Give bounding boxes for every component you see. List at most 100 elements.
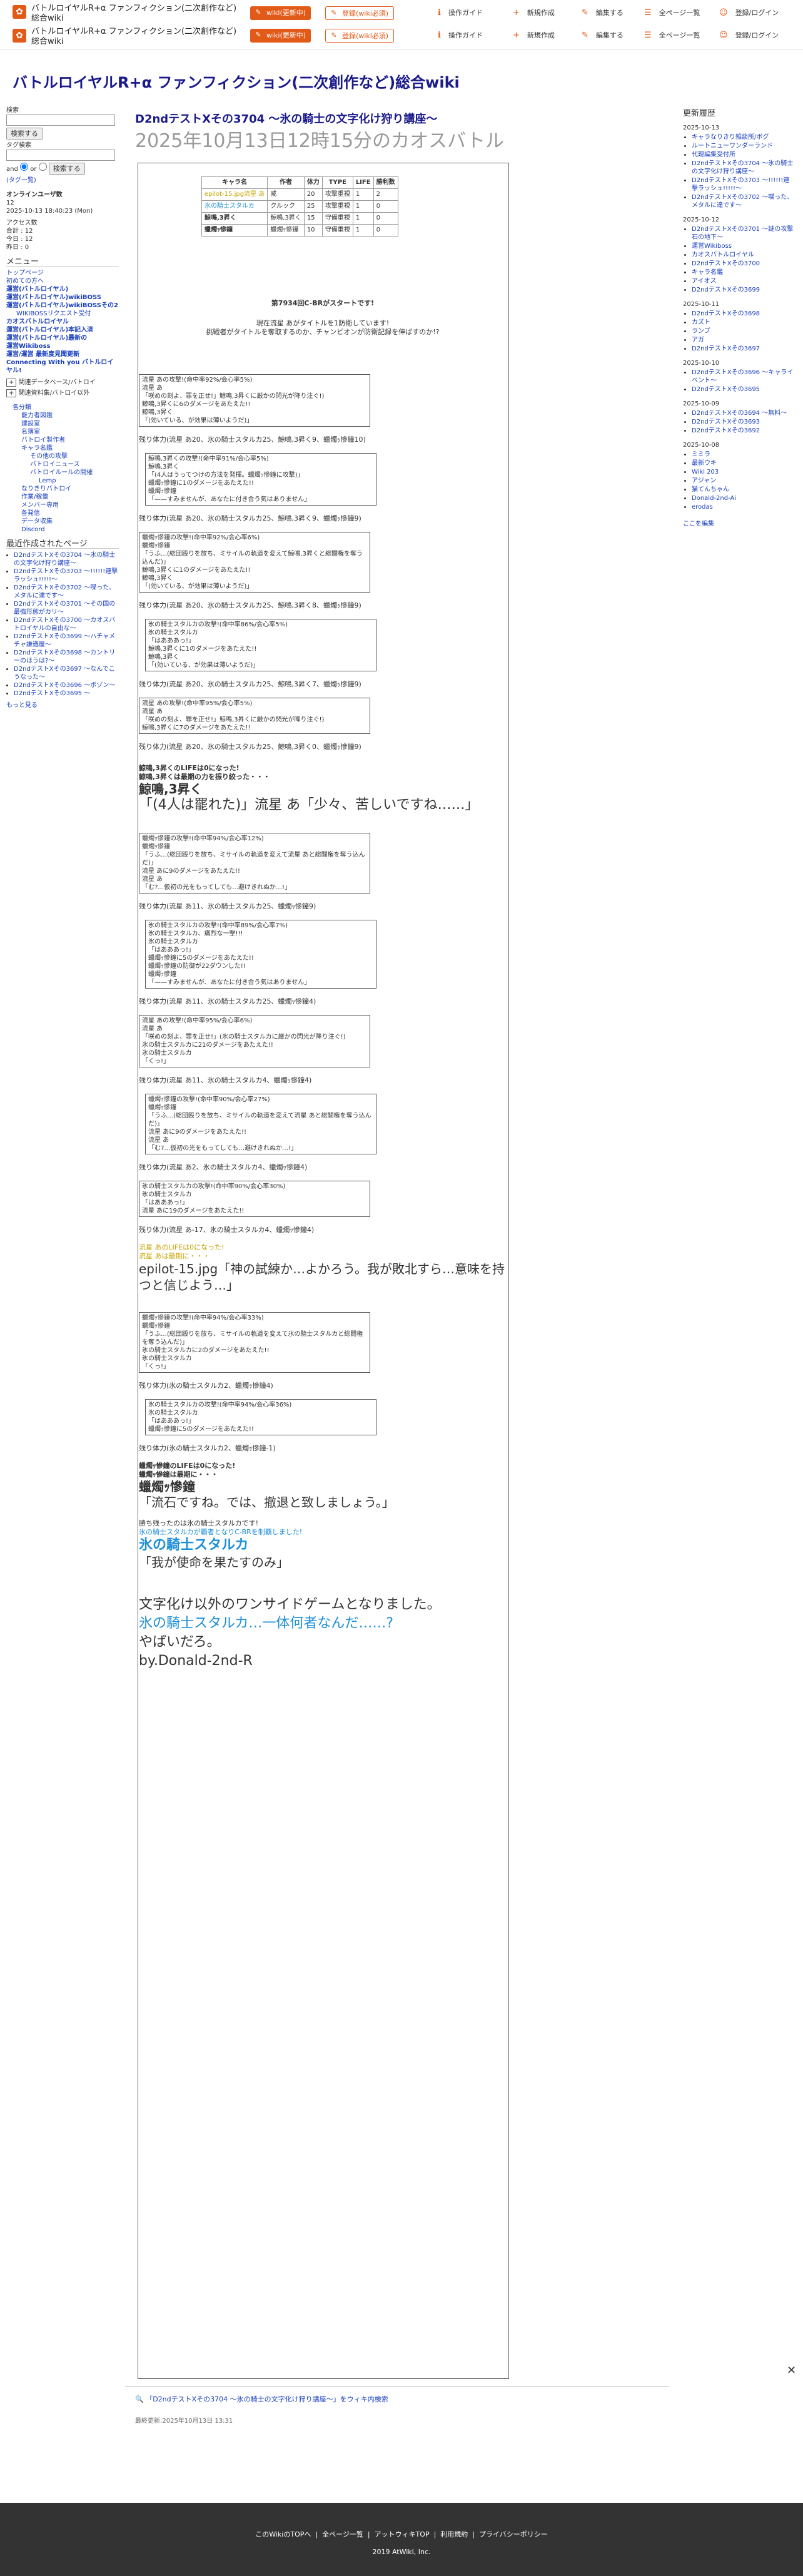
recent-page-link[interactable]: D2ndテストXその3697 〜なんでこうなった〜 [14, 666, 115, 681]
recent-page-link[interactable]: D2ndテストXその3704 〜氷の騎士の文字化け狩り講座〜 [14, 552, 115, 567]
wiki-button[interactable]: ✎ wiki(更新中) [250, 29, 311, 43]
sub-menu-item[interactable]: Discord [13, 526, 119, 534]
menu-item[interactable]: 運営(バトルロイヤル)最新の [6, 334, 119, 342]
wiki-button[interactable]: ✎ wiki(更新中) [250, 6, 311, 20]
update-link[interactable]: アガ [692, 337, 704, 344]
sub-menu-item[interactable]: 各分類 [13, 404, 119, 412]
update-link[interactable]: アイオス [692, 278, 717, 285]
search-button[interactable]: 検索する [6, 128, 43, 140]
menu-item[interactable]: 運営(バトルロイヤル)wikiBOSSその2 [6, 302, 119, 310]
update-link[interactable]: カオスバトルロイヤル [692, 252, 754, 258]
sub-menu-item[interactable]: 能力者図鑑 [13, 412, 119, 420]
recent-page-link[interactable]: D2ndテストXその3695 〜 [14, 690, 90, 697]
wiki-search-link-text[interactable]: 「D2ndテストXその3704 〜氷の騎士の文字化け狩り講座〜」をウィキ内検索 [146, 2395, 388, 2403]
site-title[interactable]: バトルロイヤルR+α ファンフィクション(二次創作など)総合wiki [13, 70, 460, 92]
site-logo-icon[interactable]: ✿ [13, 5, 26, 19]
nav-guide[interactable]: ℹ 操作ガイド [438, 29, 483, 42]
menu-item[interactable]: 運営(バトルロイヤル) [6, 285, 119, 293]
update-link[interactable]: カズト [692, 319, 710, 326]
update-link[interactable]: D2ndテストXその3693 [692, 419, 760, 425]
recent-page-link[interactable]: D2ndテストXその3696 〜ボゾン〜 [14, 682, 115, 689]
footer-link[interactable]: プライバシーポリシー [479, 2530, 548, 2538]
nav-edit[interactable]: ✎ 編集する [582, 29, 624, 42]
update-link[interactable]: 運営Wikiboss [692, 243, 732, 250]
sub-menu-item[interactable]: メンバー専用 [13, 501, 119, 509]
search-input[interactable] [6, 115, 115, 126]
menu-item[interactable]: トップページ [6, 269, 119, 277]
site-logo-icon[interactable]: ✿ [13, 29, 26, 43]
update-link[interactable]: D2ndテストXその3701 〜謎の攻撃石の地下〜 [692, 226, 793, 241]
menu-item[interactable]: 運営/運営 最新度見聞更新 [6, 350, 119, 359]
update-link[interactable]: D2ndテストXその3694 〜無料〜 [692, 410, 787, 417]
footer-link[interactable]: アットウィキTOP [375, 2530, 430, 2538]
wiki-search-link[interactable]: 🔍 「D2ndテストXその3704 〜氷の騎士の文字化け狩り講座〜」をウィキ内検… [135, 2394, 388, 2404]
footer-link[interactable]: 利用規約 [440, 2530, 468, 2538]
update-link[interactable]: ルートニューワンダーランド [692, 143, 773, 150]
update-link[interactable]: D2ndテストXその3696 〜キャライベント〜 [692, 369, 793, 384]
update-link[interactable]: Wiki 203 [692, 469, 719, 476]
nav-login[interactable]: ☺ 登録/ログイン [719, 7, 779, 19]
sub-menu-item[interactable]: 作業/稼働 [13, 493, 119, 501]
update-link[interactable]: D2ndテストXその3703 〜!!!!!!連撃ラッシュ!!!!!〜 [692, 177, 789, 192]
footer-link[interactable]: このWikiのTOPへ [255, 2530, 311, 2538]
nav-new-page[interactable]: + 新規作成 [513, 29, 555, 42]
recent-page-link[interactable]: D2ndテストXその3700 〜カオスバトロイヤルの自由な〜 [14, 617, 115, 632]
update-link[interactable]: D2ndテストXその3695 [692, 386, 760, 393]
update-link[interactable]: D2ndテストXその3704 〜氷の騎士の文字化け狩り講座〜 [692, 160, 793, 175]
update-link[interactable]: D2ndテストXその3700 [692, 260, 760, 267]
update-link[interactable]: 猫てんちゃん [692, 486, 729, 493]
update-link[interactable]: D2ndテストXその3692 [692, 427, 760, 434]
register-button[interactable]: ✎ 登録(wiki必須) [325, 29, 395, 43]
update-link[interactable]: キャラなりきり雑談所/ボグ [692, 134, 769, 141]
update-link[interactable]: D2ndテストXその3698 [692, 310, 760, 317]
sub-menu-item[interactable]: キャラ名鑑 [13, 444, 119, 452]
sub-menu-item[interactable]: 名簿室 [13, 428, 119, 436]
nav-login[interactable]: ☺ 登録/ログイン [719, 29, 779, 42]
sub-menu-item[interactable]: バトロイルールの開催 [13, 469, 119, 477]
menu-item[interactable]: 運営(バトルロイヤル)wikiBOSS [6, 293, 119, 302]
close-icon[interactable]: ✕ [787, 2364, 796, 2377]
edit-sidebar-link[interactable]: ここを編集 [683, 521, 714, 527]
update-link[interactable]: 代理編集受付所 [692, 151, 735, 158]
sticky-site-name[interactable]: バトルロイヤルR+α ファンフィクション(二次創作など)総合wiki [31, 27, 244, 47]
update-link[interactable]: アジャン [692, 477, 716, 484]
update-link[interactable]: D2ndテストXその3702 〜喋った、メタルに達です〜 [692, 194, 793, 209]
expand-toggle-icon[interactable]: + [6, 379, 17, 387]
menu-item[interactable]: 初めての方へ [6, 277, 119, 285]
more-link[interactable]: もっと見る [6, 702, 38, 709]
update-link[interactable]: ミミラ [692, 451, 710, 458]
menu-item[interactable]: 関連資料集/バトロイ以外 [19, 390, 90, 397]
recent-page-link[interactable]: D2ndテストXその3702 〜喋った、メタルに達です〜 [14, 584, 115, 599]
nav-guide[interactable]: ℹ 操作ガイド [438, 7, 483, 19]
or-radio[interactable] [38, 163, 47, 171]
footer-link[interactable]: 全ページ一覧 [322, 2530, 363, 2538]
menu-item[interactable]: 運営(バトルロイヤル)本記入済 [6, 326, 119, 334]
and-radio[interactable] [20, 163, 29, 171]
expand-toggle-icon[interactable]: + [6, 389, 17, 397]
sub-menu-item[interactable]: 建設室 [13, 420, 119, 428]
menu-item[interactable]: カオスバトルロイヤル [6, 318, 119, 326]
recent-page-link[interactable]: D2ndテストXその3701 〜その国の最強形態がカリ〜 [14, 601, 115, 616]
update-link[interactable]: D2ndテストXその3699 [692, 287, 760, 293]
nav-all-pages[interactable]: ☰ 全ページ一覧 [644, 7, 700, 19]
nav-new-page[interactable]: + 新規作成 [513, 7, 555, 19]
menu-item[interactable]: 運営Wikiboss [6, 342, 119, 350]
update-link[interactable]: erodas [692, 504, 713, 511]
sub-menu-item[interactable]: 各発信 [13, 509, 119, 517]
update-link[interactable]: ランプ [692, 328, 710, 335]
sub-menu-item[interactable]: Lemp [13, 477, 119, 485]
menu-item[interactable]: Connecting With you バトルロイヤル! [6, 359, 119, 375]
nav-all-pages[interactable]: ☰ 全ページ一覧 [644, 29, 700, 42]
tag-list-link[interactable]: (タグ一覧) [6, 177, 36, 184]
recent-page-link[interactable]: D2ndテストXその3699 〜ハチャメチャ謙遜屋〜 [14, 633, 115, 648]
update-link[interactable]: Donald-2nd-Ai [692, 495, 736, 502]
menu-item[interactable]: WIKIBOSSリクエスト受付 [6, 310, 119, 318]
update-link[interactable]: 最新ウキ [692, 460, 717, 467]
tag-search-input[interactable] [6, 150, 115, 161]
topbar-site-name[interactable]: バトルロイヤルR+α ファンフィクション(二次創作など)総合wiki [31, 4, 244, 24]
sub-menu-item[interactable]: バトロイ製作者 [13, 436, 119, 444]
recent-page-link[interactable]: D2ndテストXその3698 〜カントリーのほうは?〜 [14, 649, 115, 664]
tag-search-button[interactable]: 検索する [48, 163, 85, 175]
sub-menu-item[interactable]: データ収集 [13, 517, 119, 526]
menu-item[interactable]: 関連データベース/バトロイ [19, 379, 96, 386]
